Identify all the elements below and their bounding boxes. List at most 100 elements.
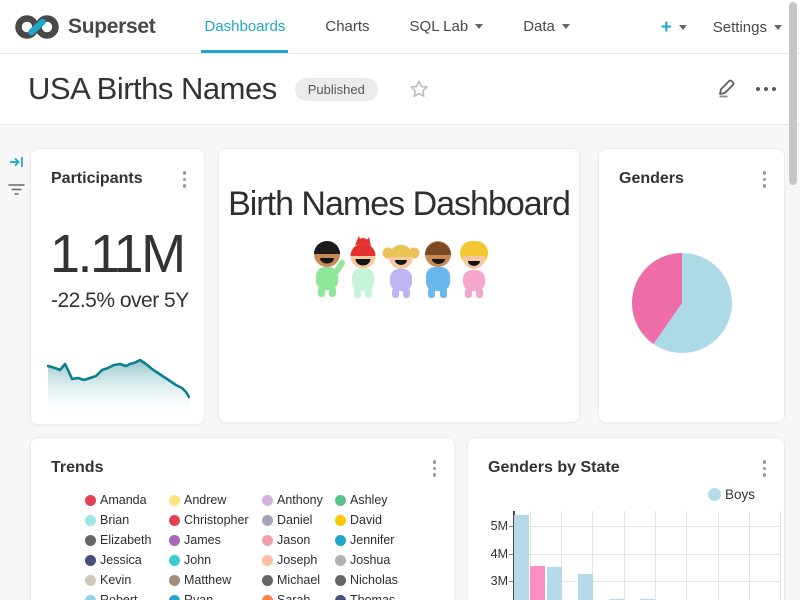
legend-item-james[interactable]: James (169, 530, 262, 550)
legend-label: Elizabeth (100, 533, 151, 547)
axis-tick (509, 554, 513, 555)
legend-item-john[interactable]: John (169, 550, 262, 570)
legend-swatch (262, 555, 273, 566)
legend-swatch (335, 595, 346, 600)
legend-swatch (169, 515, 180, 526)
legend-item-ryan[interactable]: Ryan (169, 590, 262, 600)
legend-item-christopher[interactable]: Christopher (169, 510, 262, 530)
legend-label: Brian (100, 513, 129, 527)
legend-swatch (85, 515, 96, 526)
legend-item-ashley[interactable]: Ashley (335, 490, 435, 510)
legend-item-thomas[interactable]: Thomas (335, 590, 435, 600)
legend-item-jason[interactable]: Jason (262, 530, 335, 550)
published-badge[interactable]: Published (295, 78, 378, 101)
card-menu-button[interactable] (429, 458, 441, 479)
axis-tick (509, 581, 513, 582)
card-menu-button[interactable] (759, 458, 771, 479)
header-actions (715, 75, 776, 104)
markdown-heading: Birth Names Dashboard (219, 185, 579, 224)
legend-label: Ryan (184, 593, 213, 600)
legend-item-daniel[interactable]: Daniel (262, 510, 335, 530)
legend-item-joshua[interactable]: Joshua (335, 550, 435, 570)
y-axis-tick: 3M (468, 574, 508, 588)
gridline (655, 511, 656, 600)
expand-filter-bar-button[interactable] (9, 154, 25, 175)
legend-label: Sarah (277, 593, 310, 600)
favorite-button[interactable] (408, 78, 430, 100)
main-nav: Dashboards Charts SQL Lab Data (191, 0, 582, 53)
nav-dashboards[interactable]: Dashboards (191, 0, 298, 53)
legend-item-kevin[interactable]: Kevin (85, 570, 169, 590)
kebab-icon (763, 460, 767, 464)
top-navbar: Superset Dashboards Charts SQL Lab Data … (0, 0, 800, 54)
new-button[interactable]: + (661, 18, 687, 37)
edit-dashboard-button[interactable] (715, 75, 739, 104)
legend-label: Ashley (350, 493, 388, 507)
card-participants: Participants 1.11M -22.5% over 5Y (30, 148, 205, 425)
bar-boys[interactable] (547, 567, 562, 600)
legend-swatch (262, 515, 273, 526)
caret-down-icon (562, 24, 570, 29)
dashboard-title: USA Births Names (28, 71, 277, 107)
bar-boys[interactable] (514, 515, 529, 600)
expand-arrow-icon (9, 154, 25, 170)
gridline (749, 511, 750, 600)
big-number-value: 1.11M (50, 227, 184, 281)
legend-item-boys[interactable]: Boys (708, 487, 755, 502)
legend-swatch (262, 595, 273, 600)
legend-item-andrew[interactable]: Andrew (169, 490, 262, 510)
card-menu-button[interactable] (179, 169, 191, 190)
legend-label: Jennifer (350, 533, 394, 547)
legend-swatch (335, 555, 346, 566)
legend-item-nicholas[interactable]: Nicholas (335, 570, 435, 590)
kebab-icon (183, 171, 187, 175)
kebab-icon (763, 171, 767, 175)
legend-item-michael[interactable]: Michael (262, 570, 335, 590)
legend-item-matthew[interactable]: Matthew (169, 570, 262, 590)
legend-swatch (262, 535, 273, 546)
nav-data[interactable]: Data (510, 0, 583, 53)
legend-swatch (169, 555, 180, 566)
legend-label: Thomas (350, 593, 395, 600)
scrollbar-thumb[interactable] (789, 2, 797, 185)
card-title: Genders by State (488, 459, 620, 477)
legend-item-amanda[interactable]: Amanda (85, 490, 169, 510)
legend-label: David (350, 513, 382, 527)
filters-button[interactable] (8, 182, 25, 202)
settings-menu[interactable]: Settings (713, 19, 782, 36)
caret-down-icon (679, 25, 687, 30)
legend-label: James (184, 533, 221, 547)
legend-label: Michael (277, 573, 320, 587)
trends-legend: Amanda Andrew Anthony Ashley Brian Christophe… (85, 490, 435, 600)
legend-item-elizabeth[interactable]: Elizabeth (85, 530, 169, 550)
nav-charts[interactable]: Charts (312, 0, 382, 53)
gridline (718, 511, 719, 600)
legend-swatch (335, 515, 346, 526)
nav-sql-lab[interactable]: SQL Lab (397, 0, 497, 53)
bar-boys[interactable] (578, 574, 593, 600)
caret-down-icon (475, 24, 483, 29)
bar-girls[interactable] (530, 566, 545, 600)
legend-item-joseph[interactable]: Joseph (262, 550, 335, 570)
legend-label: Robert (100, 593, 138, 600)
legend-label: John (184, 553, 211, 567)
legend-item-brian[interactable]: Brian (85, 510, 169, 530)
legend-item-anthony[interactable]: Anthony (262, 490, 335, 510)
more-options-button[interactable] (756, 83, 776, 95)
legend-item-jessica[interactable]: Jessica (85, 550, 169, 570)
legend-swatch (335, 495, 346, 506)
legend-label: Joseph (277, 553, 317, 567)
legend-item-david[interactable]: David (335, 510, 435, 530)
legend-label: Andrew (184, 493, 226, 507)
gridline (624, 511, 625, 600)
filter-bar-collapsed (0, 125, 30, 600)
legend-item-jennifer[interactable]: Jennifer (335, 530, 435, 550)
participants-trendline-chart (47, 335, 190, 418)
big-number-subheader: -22.5% over 5Y (51, 289, 189, 313)
legend-item-robert[interactable]: Robert (85, 590, 169, 600)
legend-label: Jessica (100, 553, 142, 567)
card-menu-button[interactable] (759, 169, 771, 190)
pencil-icon (715, 75, 739, 99)
legend-item-sarah[interactable]: Sarah (262, 590, 335, 600)
superset-logo[interactable]: Superset (14, 12, 155, 42)
